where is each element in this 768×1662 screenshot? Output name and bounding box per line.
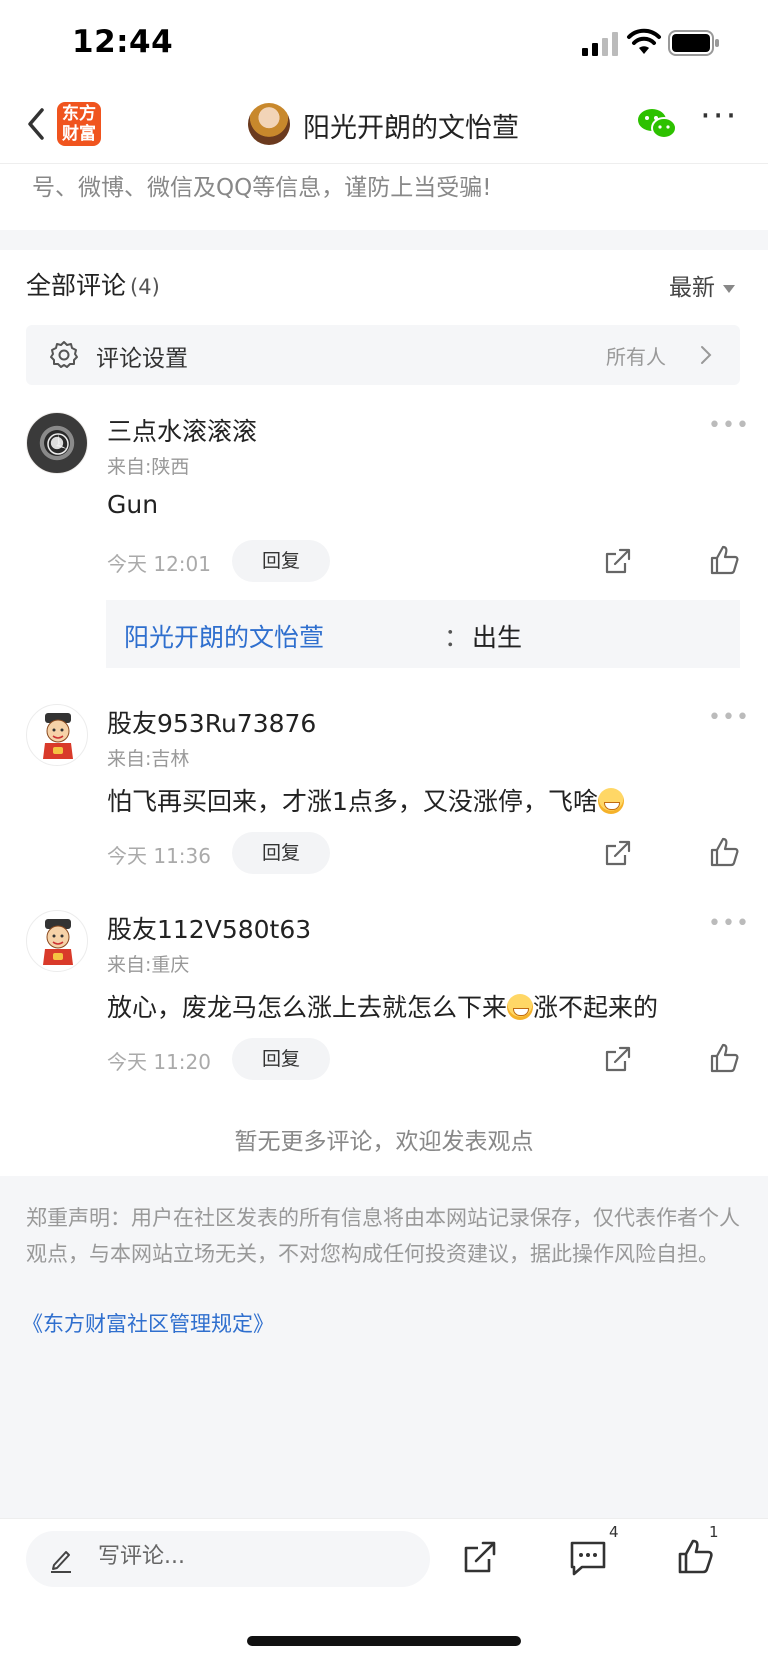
reply-button[interactable]: 回复 (232, 832, 330, 874)
wifi-icon (627, 28, 661, 54)
comment-location: 来自:陕西 (107, 456, 190, 478)
nested-reply-username[interactable]: 阳光开朗的文怡萱 (124, 618, 324, 654)
cellular-signal-icon (582, 32, 618, 56)
no-more-comments-text: 暂无更多评论，欢迎发表观点 (234, 1129, 534, 1155)
user-avatar[interactable] (26, 704, 88, 766)
like-icon[interactable] (708, 1042, 740, 1074)
wechat-icon[interactable] (636, 106, 678, 142)
mercedes-logo-icon (47, 433, 69, 455)
back-arrow-icon[interactable] (22, 102, 50, 146)
more-options-icon[interactable]: ••• (708, 707, 750, 729)
comment-username[interactable]: 股友112V580t63 (107, 910, 311, 946)
logo-text-line1: 东方 (62, 104, 96, 124)
more-options-icon[interactable]: ••• (708, 913, 750, 935)
comments-count: (4) (130, 275, 160, 299)
comment-settings-value: 所有人 (606, 345, 666, 369)
comment-text-content: 怕飞再买回来，才涨1点多，又没涨停，飞啥 (107, 787, 598, 816)
comment-text: 放心，废龙马怎么涨上去就怎么下来 涨不起来的 (107, 988, 658, 1024)
comment-icon[interactable] (568, 1539, 608, 1577)
like-count-badge: 1 (709, 1523, 719, 1541)
share-icon[interactable] (462, 1539, 498, 1575)
comment-text-after-emoji: 涨不起来的 (533, 993, 659, 1022)
like-icon[interactable] (708, 836, 740, 868)
comment-settings-bar[interactable]: 评论设置 所有人 (26, 325, 740, 385)
compose-comment-box[interactable] (26, 1531, 430, 1587)
comment-text: Gun (107, 490, 159, 519)
nested-reply-text: 出生 (472, 623, 523, 652)
comment-input[interactable] (98, 1544, 398, 1569)
laughing-emoji-icon (507, 994, 534, 1020)
community-rules-link[interactable]: 《东方财富社区管理规定》 (22, 1308, 274, 1338)
nested-reply[interactable]: 阳光开朗的文怡萱 ： 出生 (106, 600, 740, 668)
comment-text: 怕飞再买回来，才涨1点多，又没涨停，飞啥 (107, 782, 624, 818)
grin-emoji-icon (597, 788, 624, 814)
page-title[interactable]: 阳光开朗的文怡萱 (303, 106, 519, 145)
user-avatar[interactable] (26, 412, 88, 474)
share-icon[interactable] (603, 1044, 633, 1074)
comment-location: 来自:重庆 (107, 954, 190, 976)
comments-title: 全部评论 (26, 271, 127, 300)
comment-count-badge: 4 (609, 1523, 619, 1541)
sort-label: 最新 (669, 275, 715, 301)
pencil-icon (51, 1551, 71, 1573)
nav-bar: 东方 财富 阳光开朗的文怡萱 ··· (0, 88, 768, 164)
fortune-god-avatar-icon (43, 713, 73, 759)
comment-username[interactable]: 三点水滚滚滚 (107, 412, 257, 448)
fortune-god-avatar-icon (43, 919, 73, 965)
section-divider (0, 230, 768, 250)
battery-icon (668, 30, 719, 56)
more-options-icon[interactable]: ••• (708, 415, 750, 437)
comment-username[interactable]: 股友953Ru73876 (107, 704, 316, 740)
comments-header: 全部评论 (4) (26, 266, 160, 302)
user-avatar[interactable] (26, 910, 88, 972)
home-indicator[interactable] (247, 1636, 521, 1646)
comment-text-before-emoji: 放心，废龙马怎么涨上去就怎么下来 (107, 993, 508, 1022)
share-icon[interactable] (603, 838, 633, 868)
comment-location: 来自:吉林 (107, 748, 190, 770)
share-icon[interactable] (603, 546, 633, 576)
gear-icon (50, 341, 78, 368)
reply-button[interactable]: 回复 (232, 540, 330, 582)
comment-time: 今天 11:20 (107, 1050, 211, 1074)
author-avatar[interactable] (248, 103, 290, 145)
like-icon[interactable] (676, 1537, 714, 1575)
like-icon[interactable] (708, 544, 740, 576)
warning-text: 号、微博、微信及QQ等信息，谨防上当受骗! (32, 175, 492, 201)
more-options-icon[interactable]: ··· (700, 99, 740, 142)
sort-dropdown[interactable]: 最新 (669, 268, 735, 302)
comment-time: 今天 12:01 (107, 552, 211, 576)
reply-button[interactable]: 回复 (232, 1038, 330, 1080)
eastmoney-logo[interactable]: 东方 财富 (57, 102, 101, 146)
status-time: 12:44 (72, 24, 174, 60)
comment-settings-label: 评论设置 (96, 346, 188, 372)
caret-down-icon (723, 284, 735, 293)
nested-reply-colon: ： (444, 623, 470, 652)
logo-text-line2: 财富 (62, 124, 96, 144)
comment-time: 今天 11:36 (107, 844, 211, 868)
disclaimer-text: 郑重声明：用户在社区发表的所有信息将由本网站记录保存，仅代表作者个人观点，与本网… (26, 1206, 740, 1266)
chevron-right-icon (701, 346, 712, 364)
status-bar: 12:44 (0, 0, 768, 88)
